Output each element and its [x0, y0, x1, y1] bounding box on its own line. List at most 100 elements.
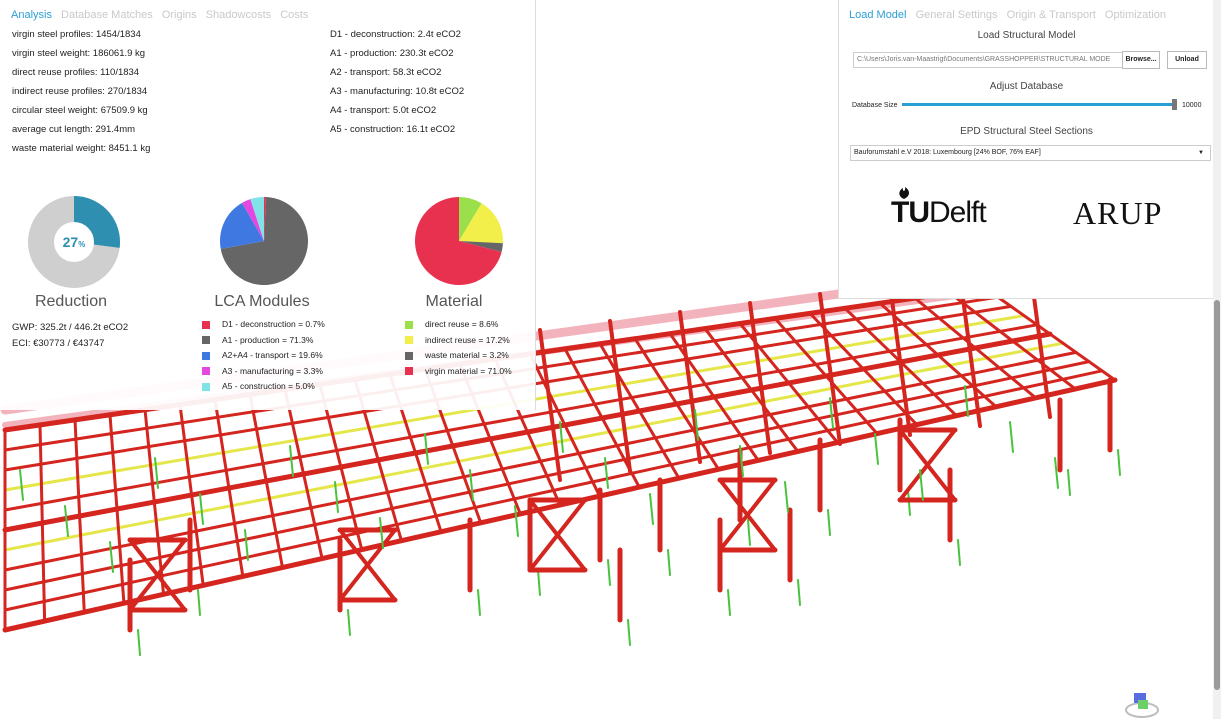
- epd-selected-value: Bauforumstahl e.V 2018: Luxembourg [24% …: [854, 149, 1041, 156]
- model-path-field[interactable]: C:\Users\Joris.van-Maastrigt\Documents\G…: [853, 52, 1126, 68]
- lca-title: LCA Modules: [214, 293, 310, 310]
- epd-heading: EPD Structural Steel Sections: [960, 126, 1093, 137]
- legend-swatch: [202, 367, 210, 376]
- settings-tabs: Load Model General Settings Origin & Tra…: [849, 9, 1172, 21]
- lca-legend: D1 - deconstruction = 0.7% A1 - producti…: [202, 317, 325, 395]
- tab-origins[interactable]: Origins: [162, 9, 197, 21]
- lca-stats: D1 - deconstruction: 2.4t eCO2 A1 - prod…: [330, 25, 464, 139]
- tab-origin-transport[interactable]: Origin & Transport: [1007, 9, 1096, 21]
- analysis-panel: Analysis Database Matches Origins Shadow…: [0, 0, 536, 410]
- legend-item: A1 - production = 71.3%: [202, 333, 325, 349]
- steel-member: [874, 433, 879, 465]
- legend-swatch: [202, 382, 210, 391]
- tab-analysis[interactable]: Analysis: [11, 9, 52, 21]
- steel-member: [827, 509, 831, 536]
- stat-circular-weight: circular steel weight: 67509.9 kg: [12, 105, 148, 116]
- epd-select[interactable]: Bauforumstahl e.V 2018: Luxembourg [24% …: [850, 145, 1211, 161]
- legend-swatch: [405, 351, 413, 360]
- steel-member: [1117, 449, 1121, 476]
- legend-swatch: [405, 367, 413, 376]
- tab-shadowcosts[interactable]: Shadowcosts: [206, 9, 271, 21]
- stat-direct-reuse: direct reuse profiles: 110/1834: [12, 67, 140, 78]
- legend-item: waste material = 3.2%: [405, 348, 512, 364]
- stat-d1: D1 - deconstruction: 2.4t eCO2: [330, 29, 461, 40]
- steel-member: [598, 342, 681, 480]
- steel-member: [1067, 469, 1071, 496]
- stat-cut-length: average cut length: 291.4mm: [12, 124, 136, 135]
- tab-optimization[interactable]: Optimization: [1105, 9, 1166, 21]
- steel-member: [244, 529, 249, 561]
- steel-member: [607, 559, 611, 586]
- eci-value: ECI: €30773 / €43747: [12, 338, 105, 349]
- stat-a5: A5 - construction: 16.1t eCO2: [330, 124, 456, 135]
- reduction-donut-chart: 27%: [28, 196, 120, 288]
- load-model-heading: Load Structural Model: [977, 30, 1076, 41]
- tab-load-model[interactable]: Load Model: [849, 9, 907, 21]
- slider-thumb[interactable]: [1172, 99, 1177, 110]
- reduction-title: Reduction: [34, 293, 108, 310]
- legend-item: A3 - manufacturing = 3.3%: [202, 364, 325, 380]
- tudelft-logo: TUDelft: [891, 187, 987, 230]
- stat-virgin-profiles: virgin steel profiles: 1454/1834: [12, 29, 141, 40]
- gwp-value: GWP: 325.2t / 446.2t eCO2: [12, 322, 129, 333]
- steel-member: [199, 493, 204, 525]
- database-size-slider[interactable]: [902, 99, 1177, 110]
- material-legend: direct reuse = 8.6% indirect reuse = 17.…: [405, 317, 512, 379]
- legend-swatch: [202, 336, 210, 345]
- adjust-database-heading: Adjust Database: [989, 81, 1064, 92]
- legend-item: indirect reuse = 17.2%: [405, 333, 512, 349]
- gwp-eci-summary: GWP: 325.2t / 446.2t eCO2 ECI: €30773 / …: [12, 320, 128, 352]
- stat-indirect-reuse: indirect reuse profiles: 270/1834: [12, 86, 148, 97]
- steel-member: [667, 549, 671, 576]
- legend-swatch: [405, 336, 413, 345]
- stat-virgin-weight: virgin steel weight: 186061.9 kg: [12, 48, 146, 59]
- steel-member: [477, 589, 481, 616]
- steel-member: [957, 539, 961, 566]
- view-cube-icon[interactable]: [1124, 688, 1160, 718]
- steel-member: [19, 469, 24, 501]
- legend-item: A5 - construction = 5.0%: [202, 379, 325, 395]
- stat-a3: A3 - manufacturing: 10.8t eCO2: [330, 86, 465, 97]
- unload-button[interactable]: Unload: [1167, 51, 1207, 69]
- stat-waste-weight: waste material weight: 8451.1 kg: [12, 143, 151, 154]
- database-size-label: Database Size: [852, 102, 898, 109]
- steel-member: [784, 481, 789, 513]
- scrollbar-thumb[interactable]: [1214, 300, 1220, 690]
- tab-costs[interactable]: Costs: [280, 9, 308, 21]
- lca-pie-chart: [220, 197, 308, 285]
- analysis-tabs: Analysis Database Matches Origins Shadow…: [11, 9, 314, 21]
- steel-member: [197, 589, 201, 616]
- steel-member: [747, 519, 751, 546]
- steel-member: [537, 569, 541, 596]
- legend-swatch: [405, 320, 413, 329]
- stat-a4: A4 - transport: 5.0t eCO2: [330, 105, 437, 116]
- legend-item: virgin material = 71.0%: [405, 364, 512, 380]
- legend-swatch: [202, 320, 210, 329]
- browse-button[interactable]: Browse...: [1122, 51, 1160, 69]
- legend-item: D1 - deconstruction = 0.7%: [202, 317, 325, 333]
- steel-member: [649, 493, 654, 525]
- settings-panel: Load Model General Settings Origin & Tra…: [838, 0, 1214, 299]
- material-title: Material: [425, 293, 483, 310]
- tab-general-settings[interactable]: General Settings: [916, 9, 998, 21]
- reduction-percent: 27%: [63, 234, 86, 250]
- steel-stats: virgin steel profiles: 1454/1834 virgin …: [12, 25, 150, 158]
- slider-fill: [902, 103, 1177, 106]
- material-pie-chart: [415, 197, 503, 285]
- steel-member: [818, 292, 842, 446]
- legend-item: direct reuse = 8.6%: [405, 317, 512, 333]
- steel-member: [627, 619, 631, 646]
- arup-logo: ARUP: [1073, 195, 1163, 231]
- stat-a2: A2 - transport: 58.3t eCO2: [330, 67, 442, 78]
- legend-swatch: [202, 351, 210, 360]
- chevron-down-icon: ▼: [1198, 150, 1204, 156]
- stat-a1: A1 - production: 230.3t eCO2: [330, 48, 454, 59]
- steel-member: [727, 589, 731, 616]
- steel-member: [289, 445, 294, 477]
- steel-member: [137, 629, 141, 656]
- flame-icon: [899, 187, 909, 199]
- tab-database-matches[interactable]: Database Matches: [61, 9, 153, 21]
- steel-member: [1009, 421, 1014, 453]
- steel-member: [797, 579, 801, 606]
- database-size-value: 10000: [1182, 102, 1202, 109]
